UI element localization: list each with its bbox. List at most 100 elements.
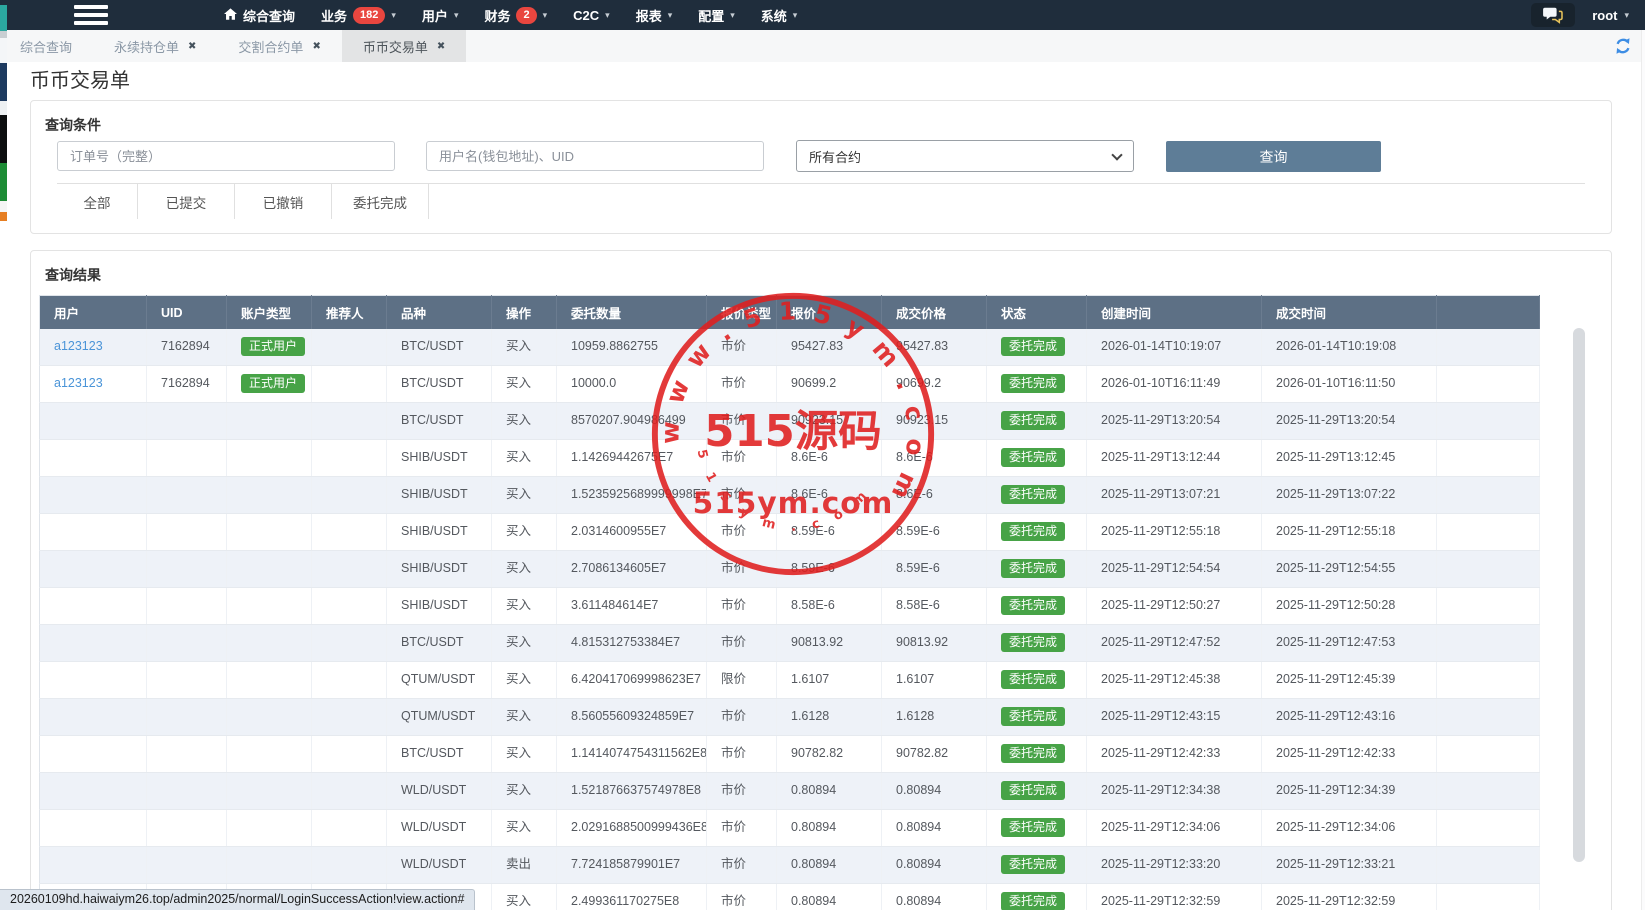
cell-created_at: 2025-11-29T13:07:21 (1087, 477, 1262, 514)
cell-user (40, 625, 147, 662)
column-header-status: 状态 (987, 296, 1087, 330)
tab-3[interactable]: 交割合约单✖ (217, 30, 341, 62)
chevron-down-icon: ▾ (454, 10, 459, 21)
cell-user: a123123 (40, 366, 147, 403)
cell-account_type (227, 625, 312, 662)
status-badge: 委托完成 (1001, 707, 1065, 726)
cell-uid: 7162894 (147, 366, 227, 403)
tab-2[interactable]: 永续持仓单✖ (93, 30, 217, 62)
cell-price_type: 市价 (707, 588, 777, 625)
close-icon[interactable]: ✖ (437, 41, 445, 52)
cell-status: 委托完成 (987, 514, 1087, 551)
results-panel-title: 查询结果 (45, 265, 1611, 285)
cell-deal_at: 2025-11-29T12:47:53 (1262, 625, 1437, 662)
close-icon[interactable]: ✖ (312, 41, 320, 52)
cell-account_type: 正式用户 (227, 329, 312, 366)
cell-account_type (227, 847, 312, 884)
cell-created_at: 2025-11-29T12:45:38 (1087, 662, 1262, 699)
status-filter-4[interactable]: 委托完成 (332, 184, 429, 219)
status-badge: 委托完成 (1001, 485, 1065, 504)
cell-price_type: 市价 (707, 884, 777, 910)
query-panel-title: 查询条件 (45, 115, 1611, 135)
cell-account_type (227, 736, 312, 773)
left-edge-sliver (0, 115, 7, 163)
nav-item-2[interactable]: 业务182▾ (321, 6, 396, 25)
table-row: BTC/USDT买入4.815312753384E7市价90813.929081… (40, 625, 1540, 662)
search-button[interactable]: 查询 (1166, 141, 1381, 172)
cell-price: 1.6128 (777, 699, 882, 736)
account-type-badge: 正式用户 (241, 374, 305, 393)
nav-item-6[interactable]: 报表▾ (636, 6, 673, 25)
hamburger-menu-icon[interactable] (74, 5, 108, 25)
refresh-button[interactable] (1614, 37, 1632, 55)
cell-created_at: 2025-11-29T12:47:52 (1087, 625, 1262, 662)
cell-account_type (227, 810, 312, 847)
cell-deal_at: 2026-01-14T10:19:08 (1262, 329, 1437, 366)
table-row: a1231237162894正式用户BTC/USDT买入10000.0市价906… (40, 366, 1540, 403)
status-badge: 委托完成 (1001, 855, 1065, 874)
cell-uid (147, 699, 227, 736)
table-header-row: 用户UID账户类型推荐人品种操作委托数量报价类型报价成交价格状态创建时间成交时间 (40, 296, 1540, 330)
cell-created_at: 2025-11-29T12:32:59 (1087, 884, 1262, 910)
cell-deal_at: 2025-11-29T12:45:39 (1262, 662, 1437, 699)
column-header-uid: UID (147, 296, 227, 330)
left-edge-sliver (0, 163, 7, 201)
status-filter-3[interactable]: 已撤销 (235, 184, 332, 219)
left-edge-sliver (0, 101, 7, 115)
cell-amount: 4.815312753384E7 (557, 625, 707, 662)
column-header-deal_price: 成交价格 (882, 296, 987, 330)
cell-referrer (312, 662, 387, 699)
cell-referrer (312, 625, 387, 662)
cell-deal_at: 2025-11-29T12:55:18 (1262, 514, 1437, 551)
cell-created_at: 2025-11-29T12:34:38 (1087, 773, 1262, 810)
cell-price_type: 市价 (707, 625, 777, 662)
cell-operation: 买入 (492, 477, 557, 514)
cell-symbol: SHIB/USDT (387, 514, 492, 551)
cell-amount: 1.521876637574978E8 (557, 773, 707, 810)
cell-status: 委托完成 (987, 625, 1087, 662)
nav-menu: 综合查询 业务182▾ 用户▾ 财务2▾ C2C▾ 报表▾ 配置▾ 系统▾ (224, 6, 797, 25)
cell-status: 委托完成 (987, 847, 1087, 884)
status-filter-2[interactable]: 已提交 (138, 184, 235, 219)
table-row: SHIB/USDT买入1.5235925689999998E7市价8.6E-68… (40, 477, 1540, 514)
tab-4[interactable]: 币币交易单✖ (342, 30, 466, 62)
nav-item-8[interactable]: 系统▾ (761, 6, 798, 25)
user-link[interactable]: a123123 (54, 339, 103, 353)
contract-select[interactable]: 所有合约 (796, 140, 1134, 172)
cell-operation: 买入 (492, 699, 557, 736)
link-status-bar: 20260109hd.haiwaiym26.top/admin2025/norm… (0, 889, 475, 910)
cell-operation: 买入 (492, 366, 557, 403)
status-badge: 委托完成 (1001, 818, 1065, 837)
cell-created_at: 2025-11-29T12:54:54 (1087, 551, 1262, 588)
table-row: QTUM/USDT买入8.56055609324859E7市价1.61281.6… (40, 699, 1540, 736)
close-icon[interactable]: ✖ (188, 41, 196, 52)
cell-user (40, 810, 147, 847)
cell-operation: 买入 (492, 884, 557, 910)
cell-deal_at: 2025-11-29T12:43:16 (1262, 699, 1437, 736)
user-menu[interactable]: root ▾ (1592, 8, 1629, 23)
status-badge: 委托完成 (1001, 374, 1065, 393)
cell-deal_at: 2025-11-29T12:54:55 (1262, 551, 1437, 588)
cell-operation: 买入 (492, 440, 557, 477)
order-number-input[interactable] (57, 141, 395, 171)
cell-price: 90923.15 (777, 403, 882, 440)
user-link[interactable]: a123123 (54, 376, 103, 390)
nav-item-5[interactable]: C2C▾ (573, 8, 610, 23)
cell-amount: 3.611484614E7 (557, 588, 707, 625)
tab-1[interactable]: 综合查询 (0, 30, 93, 62)
user-search-input[interactable] (426, 141, 764, 171)
nav-item-3[interactable]: 用户▾ (422, 6, 459, 25)
cell-deal_at: 2026-01-10T16:11:50 (1262, 366, 1437, 403)
table-scrollbar[interactable] (1573, 328, 1585, 862)
nav-item-1[interactable]: 综合查询 (224, 6, 295, 25)
cell-operation: 买入 (492, 329, 557, 366)
nav-item-4[interactable]: 财务2▾ (484, 6, 547, 25)
chat-button[interactable] (1531, 3, 1575, 27)
cell-amount: 2.7086134605E7 (557, 551, 707, 588)
nav-item-7[interactable]: 配置▾ (698, 6, 735, 25)
chevron-down-icon: ▾ (543, 10, 548, 21)
status-badge: 委托完成 (1001, 781, 1065, 800)
cell-created_at: 2026-01-10T16:11:49 (1087, 366, 1262, 403)
status-filter-1[interactable]: 全部 (57, 184, 138, 219)
table-row: QTUM/USDT买入6.420417069998623E7限价1.61071.… (40, 662, 1540, 699)
